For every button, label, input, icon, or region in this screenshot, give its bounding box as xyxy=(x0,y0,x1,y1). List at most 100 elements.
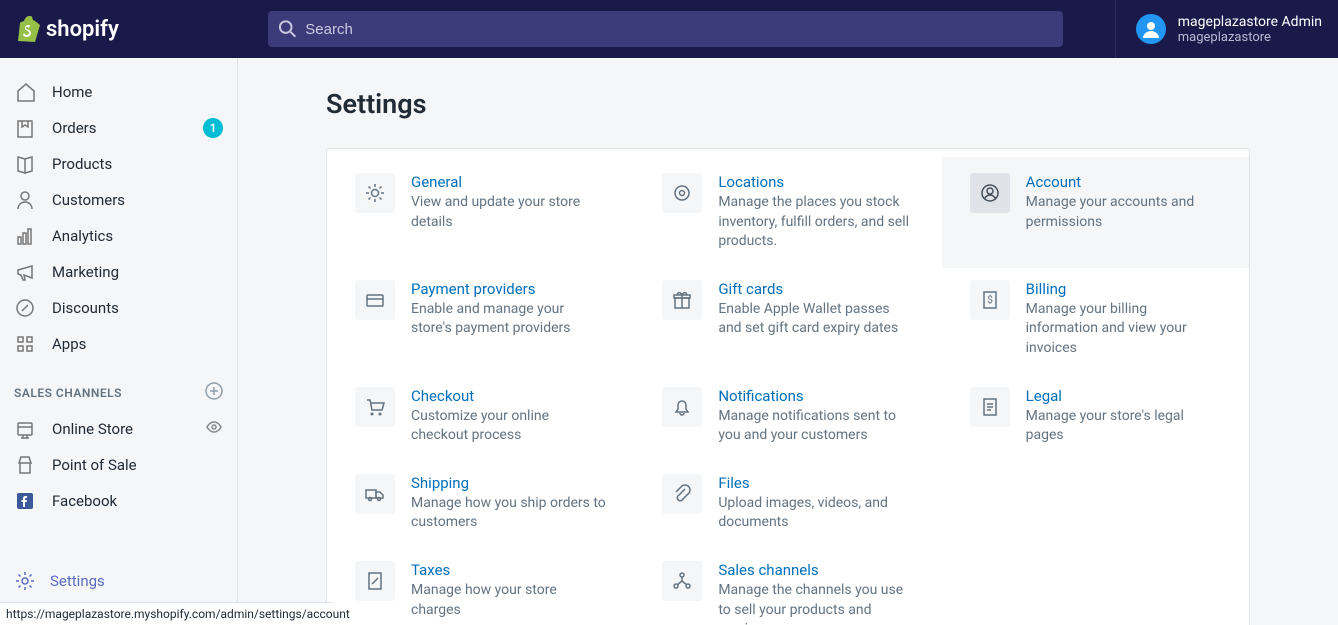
tile-title: Shipping xyxy=(411,474,606,492)
pos-icon xyxy=(14,454,36,476)
tile-title: Billing xyxy=(1026,280,1221,298)
sidebar-item-label: Analytics xyxy=(52,227,223,245)
sidebar-item-home[interactable]: Home xyxy=(0,74,237,110)
user-text: mageplazastore Admin mageplazastore xyxy=(1178,14,1322,45)
tile-desc: Manage your store's legal pages xyxy=(1026,407,1221,446)
settings-link[interactable]: Settings xyxy=(0,560,237,602)
sidebar-item-label: Customers xyxy=(52,191,223,209)
topbar: shopify mageplazastore Admin mageplazast… xyxy=(0,0,1338,58)
search-input-container[interactable] xyxy=(268,11,1063,47)
sidebar-channel-online-store[interactable]: Online Store xyxy=(0,411,237,447)
billing-icon: $ xyxy=(970,280,1010,320)
settings-label: Settings xyxy=(50,572,105,590)
sidebar-item-orders[interactable]: Orders1 xyxy=(0,110,237,146)
status-url: https://mageplazastore.myshopify.com/adm… xyxy=(0,602,333,625)
gear-icon xyxy=(355,173,395,213)
onlinestore-icon xyxy=(14,418,36,440)
tile-title: Notifications xyxy=(718,387,913,405)
tile-title: Taxes xyxy=(411,561,606,579)
settings-tile-taxes[interactable]: Taxes Manage how your store charges xyxy=(327,561,634,625)
tile-desc: Manage your billing information and view… xyxy=(1026,300,1221,359)
tile-title: General xyxy=(411,173,606,191)
settings-tile-files[interactable]: Files Upload images, videos, and document… xyxy=(634,474,941,533)
search-wrap xyxy=(238,11,1095,47)
gift-icon xyxy=(662,280,702,320)
settings-tile-account[interactable]: AccountManage your accounts and permissi… xyxy=(942,157,1249,268)
sidebar-channel-label: Online Store xyxy=(52,420,205,438)
tile-desc: Enable Apple Wallet passes and set gift … xyxy=(718,300,913,339)
brand-logo[interactable]: shopify xyxy=(16,16,238,42)
avatar xyxy=(1136,14,1166,44)
tile-title: Checkout xyxy=(411,387,606,405)
page-title: Settings xyxy=(326,88,1250,120)
orders-badge: 1 xyxy=(203,118,223,138)
sidebar-item-label: Home xyxy=(52,83,223,101)
settings-tile-billing[interactable]: $ Billing Manage your billing information … xyxy=(942,280,1249,359)
tile-title: Locations xyxy=(718,173,913,191)
sidebar-channel-label: Facebook xyxy=(52,492,223,510)
settings-tile-checkout[interactable]: Checkout Customize your online checkout p… xyxy=(327,387,634,446)
settings-tile-shipping[interactable]: Shipping Manage how you ship orders to cu… xyxy=(327,474,634,533)
legal-icon xyxy=(970,387,1010,427)
tile-title: Payment providers xyxy=(411,280,606,298)
orders-icon xyxy=(14,117,36,139)
settings-tile-gift-cards[interactable]: Gift cardsEnable Apple Wallet passes and… xyxy=(634,280,941,359)
tile-desc: View and update your store details xyxy=(411,193,606,232)
analytics-icon xyxy=(14,225,36,247)
settings-tile-legal[interactable]: LegalManage your store's legal pages xyxy=(942,387,1249,446)
search-input[interactable] xyxy=(305,21,1053,38)
search-icon xyxy=(278,19,297,39)
sidebar-item-customers[interactable]: Customers xyxy=(0,182,237,218)
tile-desc: Upload images, videos, and documents xyxy=(718,494,913,533)
sidebar-item-discounts[interactable]: Discounts xyxy=(0,290,237,326)
sidebar-item-label: Orders xyxy=(52,119,203,137)
tile-desc: Customize your online checkout process xyxy=(411,407,606,446)
products-icon xyxy=(14,153,36,175)
tile-desc: Manage the places you stock inventory, f… xyxy=(718,193,913,252)
avatar-icon xyxy=(1140,18,1162,40)
sidebar-item-label: Marketing xyxy=(52,263,223,281)
main-content: Settings General View and update your sto… xyxy=(238,58,1338,625)
add-channel-button[interactable] xyxy=(205,382,223,403)
svg-text:$: $ xyxy=(987,293,993,306)
sales-channels-header: SALES CHANNELS xyxy=(0,362,237,411)
clip-icon xyxy=(662,474,702,514)
tile-desc: Manage notifications sent to you and you… xyxy=(718,407,913,446)
sidebar-item-analytics[interactable]: Analytics xyxy=(0,218,237,254)
tile-title: Files xyxy=(718,474,913,492)
user-menu[interactable]: mageplazastore Admin mageplazastore xyxy=(1115,0,1322,58)
home-icon xyxy=(14,81,36,103)
tile-title: Account xyxy=(1026,173,1221,191)
sidebar-item-apps[interactable]: Apps xyxy=(0,326,237,362)
settings-tile-sales-channels[interactable]: Sales channelsManage the channels you us… xyxy=(634,561,941,625)
account-icon xyxy=(970,173,1010,213)
bell-icon xyxy=(662,387,702,427)
channels-icon xyxy=(662,561,702,601)
location-icon xyxy=(662,173,702,213)
cart-icon xyxy=(355,387,395,427)
sidebar-item-products[interactable]: Products xyxy=(0,146,237,182)
sidebar-channel-point-of-sale[interactable]: Point of Sale xyxy=(0,447,237,483)
plus-circle-icon xyxy=(205,382,223,400)
tile-title: Sales channels xyxy=(718,561,913,579)
taxes-icon xyxy=(355,561,395,601)
tile-desc: Manage how your store charges xyxy=(411,581,606,620)
settings-tile-payment-providers[interactable]: Payment providersEnable and manage your … xyxy=(327,280,634,359)
discounts-icon xyxy=(14,297,36,319)
tile-desc: Manage how you ship orders to customers xyxy=(411,494,606,533)
marketing-icon xyxy=(14,261,36,283)
settings-tile-locations[interactable]: Locations Manage the places you stock inv… xyxy=(634,173,941,252)
sidebar-item-marketing[interactable]: Marketing xyxy=(0,254,237,290)
apps-icon xyxy=(14,333,36,355)
sidebar-channel-label: Point of Sale xyxy=(52,456,223,474)
eye-icon[interactable] xyxy=(205,418,223,440)
customers-icon xyxy=(14,189,36,211)
settings-tile-general[interactable]: General View and update your store detail… xyxy=(327,173,634,252)
sidebar-channel-facebook[interactable]: Facebook xyxy=(0,483,237,519)
sales-channels-label: SALES CHANNELS xyxy=(14,386,122,400)
settings-tile-notifications[interactable]: Notifications Manage notifications sent t… xyxy=(634,387,941,446)
payment-icon xyxy=(355,280,395,320)
truck-icon xyxy=(355,474,395,514)
sidebar-item-label: Apps xyxy=(52,335,223,353)
sidebar: HomeOrders1ProductsCustomersAnalyticsMar… xyxy=(0,58,238,625)
